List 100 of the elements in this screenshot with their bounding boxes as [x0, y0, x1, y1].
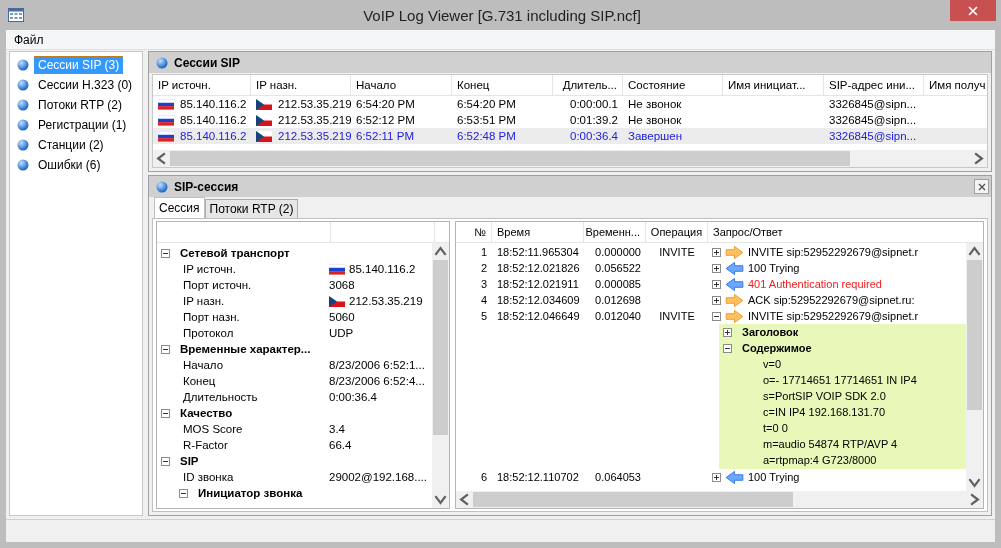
collapse-icon[interactable] — [161, 408, 170, 418]
table-cell: 6:52:11 PM — [356, 130, 414, 142]
expand-icon[interactable] — [723, 327, 732, 337]
panel-title: Сессии SIP — [174, 55, 240, 70]
sidebar-item[interactable]: Сессии H.323 (0) — [34, 76, 137, 94]
flag-icon — [329, 263, 345, 275]
column-header[interactable]: Конец — [452, 75, 553, 95]
sphere-icon — [17, 119, 29, 131]
table-cell: 3326845@sipn... — [829, 98, 917, 110]
left-arrow-icon — [725, 277, 744, 291]
collapse-icon[interactable] — [179, 488, 188, 498]
property-value: 3068 — [329, 279, 355, 291]
sdp-line: t=0 0 — [762, 421, 789, 436]
column-header[interactable]: Имя получ — [924, 75, 986, 95]
table-row[interactable]: 85.140.116.2 212.53.35.219 6:54:20 PM 6:54:20 PM 0:00:00.1 Не звонок 3326845@sipn... — [153, 96, 987, 112]
close-button[interactable] — [974, 179, 989, 194]
sdp-line: s=PortSIP VOIP SDK 2.0 — [762, 389, 887, 404]
column-header[interactable]: Состояние — [623, 75, 723, 95]
table-row[interactable]: 85.140.116.2 212.53.35.219 6:52:11 PM 6:52:48 PM 0:00:36.4 Завершен 3326845@sipn... — [153, 128, 987, 144]
property-value: 8/23/2006 6:52:1... — [329, 359, 425, 371]
message-text: INVITE sip:52952292679@sipnet.r — [748, 246, 919, 258]
right-arrow-icon — [725, 245, 744, 259]
collapse-icon[interactable] — [712, 311, 721, 321]
table-cell: Не звонок — [628, 98, 682, 110]
expand-icon[interactable] — [712, 295, 721, 305]
column-header[interactable]: Длитель... — [553, 75, 623, 95]
section-label: Содержимое — [742, 342, 812, 354]
column-header[interactable]: № — [456, 222, 492, 242]
section-label: Заголовок — [742, 326, 799, 338]
table-cell: 18:52:12.034609 — [497, 294, 580, 306]
table-cell: INVITE — [659, 310, 695, 322]
collapse-icon[interactable] — [723, 343, 732, 353]
table-cell: 0.012040 — [595, 310, 641, 322]
table-cell: 0.000000 — [595, 246, 641, 258]
right-arrow-icon — [725, 309, 744, 323]
sdp-line: o=- 17714651 17714651 IN IP4 — [762, 373, 918, 388]
expand-icon[interactable] — [712, 472, 721, 482]
table-cell: 18:52:12.046649 — [497, 310, 580, 322]
sidebar-item[interactable]: Станции (2) — [34, 136, 108, 154]
property-label: Длительность — [182, 391, 259, 403]
expand-icon[interactable] — [712, 263, 721, 273]
left-arrow-icon — [725, 470, 744, 484]
table-cell: 18:52:12.110702 — [497, 471, 579, 483]
flag-icon — [329, 295, 345, 307]
property-label: Начало — [182, 359, 225, 371]
message-text: INVITE sip:52952292679@sipnet.r — [748, 310, 919, 322]
flag-icon — [256, 130, 272, 142]
table-cell: 212.53.35.219 — [278, 114, 352, 126]
collapse-icon[interactable] — [161, 248, 170, 258]
window-title: VoIP Log Viewer [G.731 including SIP.ncf] — [362, 6, 641, 24]
message-text: 401 Authentication required — [748, 278, 882, 290]
collapse-icon[interactable] — [161, 344, 170, 354]
column-header[interactable]: Временн... — [584, 222, 646, 242]
message-text: 100 Trying — [748, 262, 800, 274]
horizontal-scrollbar[interactable] — [153, 150, 987, 167]
table-cell: 6:54:20 PM — [457, 98, 516, 110]
table-cell: 18:52:12.021911 — [497, 278, 579, 290]
vertical-scrollbar[interactable] — [966, 243, 983, 491]
sidebar-item[interactable]: Потоки RTP (2) — [34, 96, 126, 114]
table-cell: 212.53.35.219 — [278, 130, 352, 142]
table-cell: 6:52:12 PM — [356, 114, 415, 126]
column-header[interactable]: Операция — [646, 222, 708, 242]
property-value: 0:00:36.4 — [329, 391, 377, 403]
sdp-line: v=0 — [762, 357, 783, 372]
column-header[interactable]: Запрос/Ответ — [708, 222, 983, 242]
horizontal-scrollbar[interactable] — [456, 491, 983, 508]
column-header[interactable]: SIP-адрес ини... — [824, 75, 924, 95]
property-label: IP источн. — [182, 263, 237, 275]
table-cell: 18:52:12.021826 — [497, 262, 580, 274]
column-header[interactable]: IP назн. — [251, 75, 351, 95]
sidebar-item[interactable]: Ошибки (6) — [34, 156, 105, 174]
tab[interactable]: Потоки RTP (2) — [204, 199, 299, 218]
group-label: Сетевой транспорт — [180, 247, 290, 259]
sphere-icon — [17, 139, 29, 151]
column-header[interactable]: Имя инициат... — [723, 75, 824, 95]
expand-icon[interactable] — [712, 279, 721, 289]
panel-title: SIP-сессия — [174, 179, 239, 194]
flag-icon — [158, 98, 174, 110]
group-label: Инициатор звонка — [198, 487, 303, 499]
table-cell: INVITE — [659, 246, 695, 258]
menu-item[interactable]: Файл — [6, 32, 52, 47]
table-row[interactable]: 85.140.116.2 212.53.35.219 6:52:12 PM 6:53:51 PM 0:01:39.2 Не звонок 3326845@sipn... — [153, 112, 987, 128]
table-cell: 0.000085 — [595, 278, 641, 290]
expand-icon[interactable] — [712, 247, 721, 257]
column-header[interactable]: Время — [492, 222, 584, 242]
table-cell: 212.53.35.219 — [278, 98, 352, 110]
flag-icon — [256, 98, 272, 110]
column-header[interactable]: Начало — [351, 75, 452, 95]
table-cell: 6 — [480, 471, 487, 483]
table-cell: 0.064053 — [595, 471, 641, 483]
sidebar-item[interactable]: Регистрации (1) — [34, 116, 131, 134]
tab[interactable]: Сессия — [154, 197, 205, 218]
vertical-scrollbar[interactable] — [432, 243, 449, 508]
column-header[interactable]: IP источн. — [153, 75, 251, 95]
group-label: Качество — [180, 407, 233, 419]
collapse-icon[interactable] — [161, 456, 170, 466]
table-cell: 4 — [480, 294, 487, 306]
table-cell: 5 — [480, 310, 487, 322]
table-cell: 85.140.116.2 — [180, 130, 247, 142]
table-cell: 0.056522 — [595, 262, 641, 274]
